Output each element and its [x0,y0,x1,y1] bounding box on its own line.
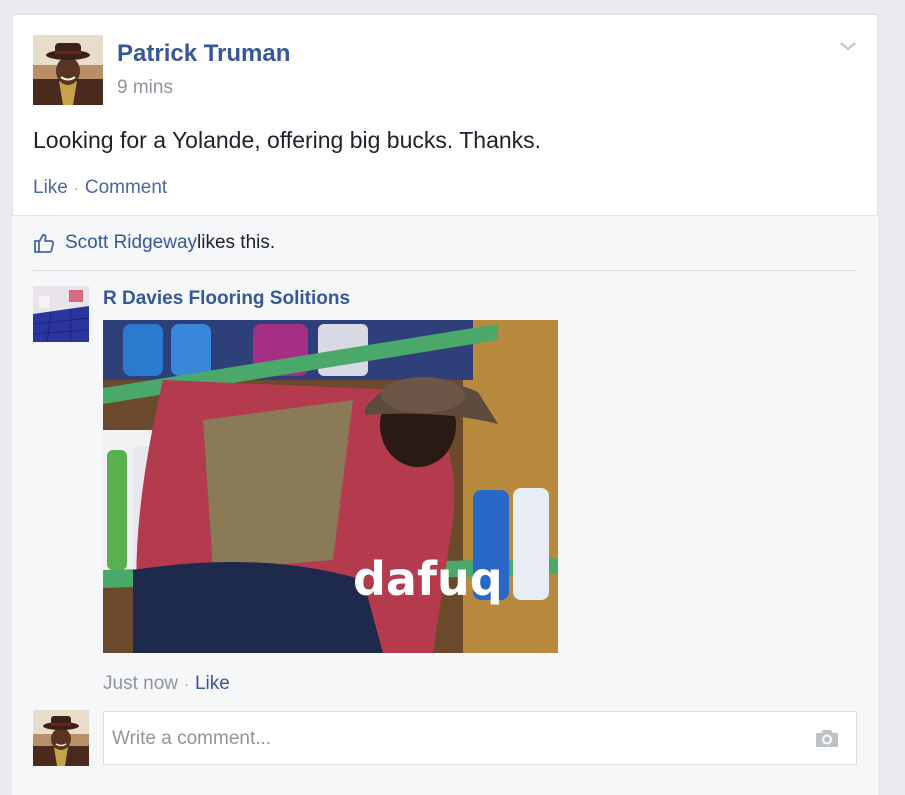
post-text: Looking for a Yolande, offering big buck… [33,127,542,153]
action-separator: · [73,180,79,197]
comment-timestamp[interactable]: Just now [103,673,178,694]
camera-icon[interactable] [814,726,840,750]
composer-avatar [33,710,89,766]
liker-name[interactable]: Scott Ridgeway [65,232,197,254]
image-caption: dafuq [353,552,503,606]
comment-like-link[interactable]: Like [195,673,230,694]
post-author-name[interactable]: Patrick Truman [117,40,290,68]
commenter-avatar[interactable] [33,286,89,342]
post-actions: Like · Comment [33,177,167,199]
author-avatar[interactable] [33,35,103,105]
scrollbar-track[interactable] [897,0,905,776]
divider [33,270,857,271]
comment-input[interactable] [110,722,794,756]
comment-author-name[interactable]: R Davies Flooring Solitions [103,288,350,310]
like-link[interactable]: Like [33,177,68,198]
meta-separator: · [183,676,189,693]
post-timestamp[interactable]: 9 mins [117,77,173,99]
thumbs-up-icon [34,233,54,253]
comment-meta: Just now · Like [103,673,230,695]
likes-suffix: likes this. [197,232,276,253]
comment-link[interactable]: Comment [85,177,167,198]
likes-summary: Scott Ridgeway likes this. [33,232,275,254]
comment-image[interactable]: dafuq [103,320,558,653]
chevron-down-icon[interactable] [836,34,860,58]
comment-composer[interactable] [103,711,857,765]
